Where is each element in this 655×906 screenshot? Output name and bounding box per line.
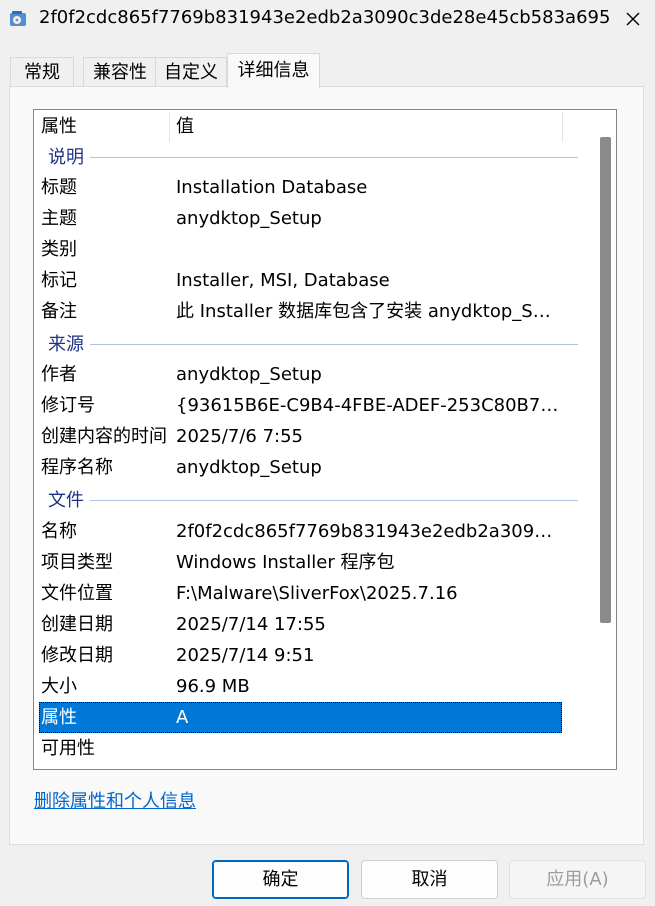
group-label: 文件 <box>48 490 84 511</box>
vertical-scrollbar[interactable] <box>596 110 616 769</box>
column-header-property[interactable]: 属性 <box>41 110 77 143</box>
property-value: Windows Installer 程序包 <box>176 552 395 573</box>
property-row[interactable]: 作者 anydktop_Setup <box>39 359 562 390</box>
properties-list[interactable]: 属性 值 说明 标题 Installation Database 主题 anydkt… <box>33 109 617 770</box>
group-header-file[interactable]: 文件 <box>34 485 594 516</box>
group-divider <box>90 500 578 501</box>
property-row[interactable]: 主题 anydktop_Setup <box>39 203 562 234</box>
property-row[interactable]: 标题 Installation Database <box>39 172 562 203</box>
tab-general[interactable]: 常规 <box>10 57 74 87</box>
property-name: 备注 <box>41 301 77 322</box>
property-name: 主题 <box>41 208 77 229</box>
property-row[interactable]: 项目类型 Windows Installer 程序包 <box>39 547 562 578</box>
property-name: 创建内容的时间 <box>41 426 167 447</box>
property-value: Installer, MSI, Database <box>176 270 390 291</box>
property-value: A <box>176 707 189 728</box>
property-value: 此 Installer 数据库包含了安装 anydktop_Set... <box>176 301 561 322</box>
property-name: 修订号 <box>41 395 95 416</box>
close-icon <box>626 12 639 26</box>
property-row[interactable]: 可用性 <box>39 733 562 764</box>
ok-button[interactable]: 确定 <box>212 860 349 899</box>
property-value: 2025/7/14 17:55 <box>176 614 326 635</box>
group-header-origin[interactable]: 来源 <box>34 329 594 360</box>
property-row[interactable]: 文件位置 F:\Malware\SliverFox\2025.7.16 <box>39 578 562 609</box>
group-divider <box>90 157 578 158</box>
property-name: 属性 <box>41 707 77 728</box>
property-value: anydktop_Setup <box>176 208 322 229</box>
property-value: 2f0f2cdc865f7769b831943e2edb2a3090c... <box>176 521 561 542</box>
property-name: 类别 <box>41 239 77 260</box>
property-row[interactable]: 创建日期 2025/7/14 17:55 <box>39 609 562 640</box>
property-row[interactable]: 程序名称 anydktop_Setup <box>39 452 562 483</box>
property-name: 标题 <box>41 177 77 198</box>
property-row[interactable]: 创建内容的时间 2025/7/6 7:55 <box>39 421 562 452</box>
tab-custom[interactable]: 自定义 <box>155 57 227 87</box>
property-value: 96.9 MB <box>176 676 250 697</box>
column-header: 属性 值 <box>34 110 599 143</box>
title-bar: 2f0f2cdc865f7769b831943e2edb2a3090c3de28… <box>0 0 655 38</box>
column-divider[interactable] <box>169 112 170 142</box>
property-name: 文件位置 <box>41 583 113 604</box>
property-row[interactable]: 大小 96.9 MB <box>39 671 562 702</box>
property-row[interactable]: 备注 此 Installer 数据库包含了安装 anydktop_Set... <box>39 296 562 327</box>
property-row[interactable]: 修改日期 2025/7/14 9:51 <box>39 640 562 671</box>
property-value: F:\Malware\SliverFox\2025.7.16 <box>176 583 458 604</box>
group-label: 说明 <box>48 147 84 168</box>
property-value: anydktop_Setup <box>176 457 322 478</box>
group-header-description[interactable]: 说明 <box>34 142 594 173</box>
property-value: 2025/7/6 7:55 <box>176 426 303 447</box>
column-divider[interactable] <box>562 112 563 142</box>
property-name: 可用性 <box>41 738 95 759</box>
property-name: 作者 <box>41 364 77 385</box>
property-value: Installation Database <box>176 177 368 198</box>
column-header-value[interactable]: 值 <box>176 110 194 143</box>
property-name: 创建日期 <box>41 614 113 635</box>
remove-properties-link[interactable]: 删除属性和个人信息 <box>34 790 196 814</box>
property-value: {93615B6E-C9B4-4FBE-ADEF-253C80B7E0... <box>176 395 561 416</box>
group-divider <box>90 344 578 345</box>
property-row[interactable]: 标记 Installer, MSI, Database <box>39 265 562 296</box>
scrollbar-thumb[interactable] <box>600 137 611 623</box>
property-value: 2025/7/14 9:51 <box>176 645 315 666</box>
property-value: anydktop_Setup <box>176 364 322 385</box>
tab-compatibility[interactable]: 兼容性 <box>83 57 157 87</box>
property-name: 大小 <box>41 676 77 697</box>
property-row[interactable]: 类别 <box>39 234 562 265</box>
property-name: 程序名称 <box>41 457 113 478</box>
apply-button[interactable]: 应用(A) <box>509 860 646 899</box>
property-name: 项目类型 <box>41 552 113 573</box>
property-name: 名称 <box>41 521 77 542</box>
cancel-button[interactable]: 取消 <box>361 860 498 899</box>
property-name: 标记 <box>41 270 77 291</box>
tab-details[interactable]: 详细信息 <box>227 53 320 88</box>
installer-package-icon <box>10 11 26 26</box>
group-label: 来源 <box>48 334 84 355</box>
property-name: 修改日期 <box>41 645 113 666</box>
property-row-selected[interactable]: 属性 A <box>39 702 562 733</box>
property-row[interactable]: 名称 2f0f2cdc865f7769b831943e2edb2a3090c... <box>39 516 562 547</box>
close-button[interactable] <box>610 0 655 38</box>
property-row[interactable]: 修订号 {93615B6E-C9B4-4FBE-ADEF-253C80B7E0..… <box>39 390 562 421</box>
window-title: 2f0f2cdc865f7769b831943e2edb2a3090c3de28… <box>39 7 609 28</box>
